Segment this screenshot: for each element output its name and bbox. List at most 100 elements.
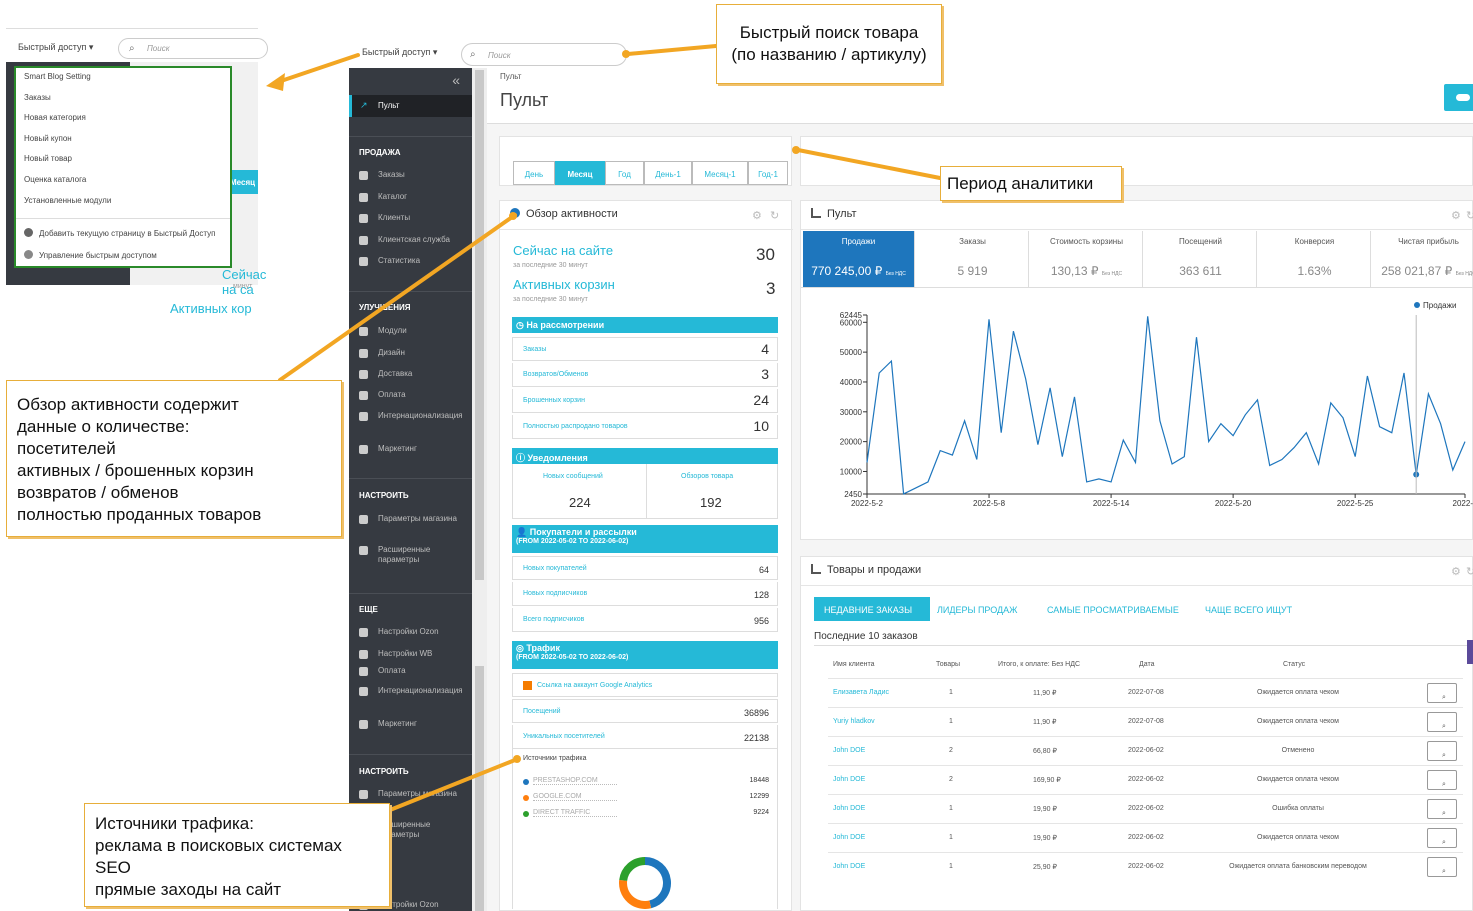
quick-access-item[interactable]: Заказы [16, 89, 230, 110]
refresh-icon[interactable]: ↻ [1466, 209, 1473, 222]
orders-tab[interactable]: ЧАЩЕ ВСЕГО ИЩУТ [1205, 597, 1315, 621]
view-order-button[interactable]: ⌕ [1427, 799, 1457, 819]
sidebar-item-dashboard[interactable]: ↗ Пульт [349, 95, 472, 117]
gear-icon[interactable]: ⚙ [1451, 565, 1461, 578]
order-customer[interactable]: John DOE [833, 747, 865, 754]
scroll-thumb[interactable] [475, 70, 484, 580]
refresh-icon[interactable]: ↻ [1466, 565, 1473, 578]
inset-quick-access[interactable]: Быстрый доступ ▾ [18, 42, 93, 53]
sidebar-item[interactable]: Статистика [359, 256, 467, 266]
kpi-3[interactable]: Посещений 363 611 [1145, 231, 1257, 287]
side-tab[interactable] [1467, 640, 1473, 664]
sidebar-item[interactable]: Настройки Ozon [359, 627, 467, 637]
toggle-button[interactable] [1444, 84, 1473, 111]
order-customer[interactable]: John DOE [833, 776, 865, 783]
sidebar-item[interactable]: Оплата [359, 666, 467, 676]
stat-label[interactable]: Всего подписчиков [523, 616, 584, 623]
kpi-2[interactable]: Стоимость корзины 130,13 ₽ Без НДС [1031, 231, 1143, 287]
order-customer[interactable]: Елизавета Ладис [833, 689, 889, 696]
stat-label[interactable]: Посещений [523, 708, 561, 715]
period-button[interactable]: День-1 [644, 161, 692, 185]
sidebar-item[interactable]: Интернационализация [359, 686, 467, 696]
stat-row[interactable]: Уникальных посетителей 22138 [512, 725, 778, 749]
period-button[interactable]: Месяц-1 [692, 161, 748, 185]
sidebar-item[interactable]: Параметры магазина [359, 514, 467, 524]
kpi-5[interactable]: Чистая прибыль 258 021,87 ₽ Без НДС [1373, 231, 1473, 287]
stat-row[interactable]: Брошенных корзин 24 [512, 389, 778, 413]
sidebar-item[interactable]: Параметры магазина [359, 789, 467, 799]
sidebar-item[interactable]: Заказы [359, 170, 467, 180]
order-customer[interactable]: John DOE [833, 805, 865, 812]
stat-label[interactable]: Полностью распродано товаров [523, 423, 628, 430]
stat-label[interactable]: Новых покупателей [523, 565, 587, 572]
manage-quick-access[interactable]: Управление быстрым доступом [16, 245, 230, 267]
gear-icon[interactable]: ⚙ [752, 209, 762, 222]
view-order-button[interactable]: ⌕ [1427, 741, 1457, 761]
quick-access-item[interactable]: Новая категория [16, 109, 230, 130]
view-order-button[interactable]: ⌕ [1427, 857, 1457, 877]
stat-row[interactable]: Посещений 36896 [512, 699, 778, 723]
stat-row[interactable]: Всего подписчиков 956 [512, 608, 778, 632]
add-to-quick-access[interactable]: Добавить текущую страницу в Быстрый Дост… [16, 223, 230, 245]
product-reviews-label[interactable]: Обзоров товара [681, 473, 733, 480]
stat-label[interactable]: Заказы [523, 346, 546, 353]
ga-link[interactable]: Ссылка на аккаунт Google Analytics [537, 682, 652, 689]
period-button[interactable]: Месяц [555, 161, 605, 185]
period-button[interactable]: День [513, 161, 555, 185]
kpi-0[interactable]: Продажи 770 245,00 ₽ Без НДС [803, 231, 915, 287]
sidebar-item[interactable]: Доставка [359, 369, 467, 379]
kpi-4[interactable]: Конверсия 1.63% [1259, 231, 1371, 287]
sidebar-item[interactable]: Расширенные параметры [359, 545, 467, 565]
view-order-button[interactable]: ⌕ [1427, 683, 1457, 703]
refresh-icon[interactable]: ↻ [770, 209, 779, 222]
stat-label[interactable]: Новых подписчиков [523, 590, 587, 597]
orders-tab[interactable]: НЕДАВНИЕ ЗАКАЗЫ [814, 597, 930, 621]
online-label[interactable]: Сейчас на сайте [513, 243, 613, 258]
quick-access-item[interactable]: Новый товар [16, 150, 230, 171]
view-order-button[interactable]: ⌕ [1427, 712, 1457, 732]
sidebar-item[interactable]: Клиенты [359, 213, 467, 223]
stat-label[interactable]: Брошенных корзин [523, 397, 585, 404]
quick-access-item[interactable]: Новый купон [16, 130, 230, 151]
order-customer[interactable]: John DOE [833, 863, 865, 870]
sidebar-item[interactable]: Маркетинг [359, 444, 467, 454]
sidebar-item[interactable]: Дизайн [359, 348, 467, 358]
quick-access-item[interactable]: Установленные модули [16, 192, 230, 213]
quick-access-menu[interactable]: Быстрый доступ ▾ [362, 47, 437, 58]
sidebar-item[interactable]: Клиентская служба [359, 235, 467, 245]
period-button[interactable]: Год [605, 161, 644, 185]
sidebar-item[interactable]: Каталог [359, 192, 467, 202]
new-messages-label[interactable]: Новых сообщений [543, 473, 603, 480]
stat-label[interactable]: Возвратов/Обменов [523, 371, 588, 378]
breadcrumb[interactable]: Пульт [500, 72, 521, 81]
period-button[interactable]: Год-1 [748, 161, 788, 185]
view-order-button[interactable]: ⌕ [1427, 828, 1457, 848]
sidebar-item[interactable]: Настройки WB [359, 649, 467, 659]
order-customer[interactable]: Yuriy hladkov [833, 718, 875, 725]
inset-search-input[interactable]: ⌕ Поиск [118, 38, 268, 59]
ga-link-row[interactable]: Ссылка на аккаунт Google Analytics [512, 673, 778, 697]
sidebar-item[interactable]: Модули [359, 326, 467, 336]
stat-row[interactable]: Возвратов/Обменов 3 [512, 363, 778, 387]
orders-tab[interactable]: САМЫЕ ПРОСМАТРИВАЕМЫЕ [1047, 597, 1195, 621]
sidebar-item[interactable]: Интернационализация [359, 411, 467, 421]
gear-icon[interactable]: ⚙ [1451, 209, 1461, 222]
scroll-thumb-lower[interactable] [475, 666, 484, 911]
carts-label[interactable]: Активных корзин [513, 277, 615, 292]
stat-row[interactable]: Заказы 4 [512, 337, 778, 361]
search-input[interactable]: ⌕ Поиск [461, 43, 627, 66]
quick-access-item[interactable]: Smart Blog Setting [16, 68, 230, 89]
stat-row[interactable]: Полностью распродано товаров 10 [512, 415, 778, 439]
stat-row[interactable]: Новых покупателей 64 [512, 556, 778, 580]
view-order-button[interactable]: ⌕ [1427, 770, 1457, 790]
stat-label[interactable]: Уникальных посетителей [523, 733, 605, 740]
collapse-sidebar-icon[interactable]: « [452, 72, 460, 88]
kpi-1[interactable]: Заказы 5 919 [917, 231, 1029, 287]
quick-access-item[interactable]: Оценка каталога [16, 171, 230, 192]
sidebar-scrollbar[interactable] [472, 68, 487, 911]
order-customer[interactable]: John DOE [833, 834, 865, 841]
sidebar-item[interactable]: Оплата [359, 390, 467, 400]
stat-row[interactable]: Новых подписчиков 128 [512, 582, 778, 606]
sidebar-item[interactable]: Маркетинг [359, 719, 467, 729]
orders-tab[interactable]: ЛИДЕРЫ ПРОДАЖ [937, 597, 1037, 621]
